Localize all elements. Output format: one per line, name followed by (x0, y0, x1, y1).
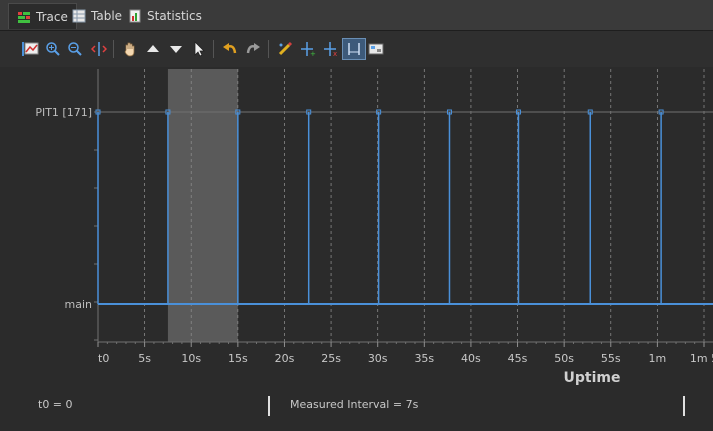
toolbar: + x (0, 31, 713, 67)
interval-marker-right[interactable] (683, 396, 685, 416)
x-tick-label: 45s (508, 352, 528, 365)
tab-label: Table (91, 8, 123, 23)
trace-icon (17, 10, 31, 24)
table-icon (72, 9, 86, 23)
x-tick-label: 10s (181, 352, 201, 365)
row-label: main (65, 298, 93, 311)
x-tick-label: 15s (228, 352, 248, 365)
x-tick-label: 1m (649, 352, 667, 365)
statistics-icon (128, 9, 142, 23)
settings-icon[interactable] (366, 39, 386, 59)
arrow-up-icon[interactable] (143, 39, 163, 59)
measure-interval-icon[interactable] (342, 38, 366, 60)
undo-icon[interactable] (220, 39, 240, 59)
zoom-out-icon[interactable] (65, 39, 85, 59)
tab-label: Statistics (147, 8, 202, 23)
x-tick-label: 50s (554, 352, 574, 365)
x-tick-label: 40s (461, 352, 481, 365)
highlight-interval (167, 69, 238, 342)
remove-marker-icon[interactable]: x (321, 39, 341, 59)
redo-icon[interactable] (243, 39, 263, 59)
zoom-in-icon[interactable] (43, 39, 63, 59)
x-tick-label: 35s (414, 352, 434, 365)
zoom-fit-icon[interactable] (21, 39, 41, 59)
marker-pen-icon[interactable] (275, 39, 295, 59)
interval-marker-left[interactable] (268, 396, 270, 416)
row-label: PIT1 [171] (35, 106, 92, 119)
t0-readout: t0 = 0 (38, 398, 73, 411)
split-icon[interactable] (89, 39, 109, 59)
svg-text:+: + (310, 50, 316, 57)
x-tick-label: 5s (138, 352, 151, 365)
x-tick-label: 1m 5 (690, 352, 713, 365)
measured-interval-readout: Measured Interval = 7s (290, 398, 419, 411)
x-tick-label: 30s (368, 352, 388, 365)
tab-bar: Trace Table Statistics (0, 0, 713, 31)
x-tick-label: 25s (321, 352, 341, 365)
trace-chart[interactable]: PIT1 [171] main t0 5s 10s 15s 20s 25s 30s 35s 40s 4… (0, 67, 713, 391)
x-tick-label: t0 (98, 352, 109, 365)
hand-icon[interactable] (120, 39, 140, 59)
pointer-icon[interactable] (189, 39, 209, 59)
add-marker-icon[interactable]: + (298, 39, 318, 59)
x-tick-label: 20s (275, 352, 295, 365)
svg-text:x: x (333, 50, 337, 57)
x-tick-label: 55s (601, 352, 621, 365)
x-axis-title: Uptime (564, 370, 621, 386)
arrow-down-icon[interactable] (166, 39, 186, 59)
tab-statistics[interactable]: Statistics (120, 3, 210, 28)
